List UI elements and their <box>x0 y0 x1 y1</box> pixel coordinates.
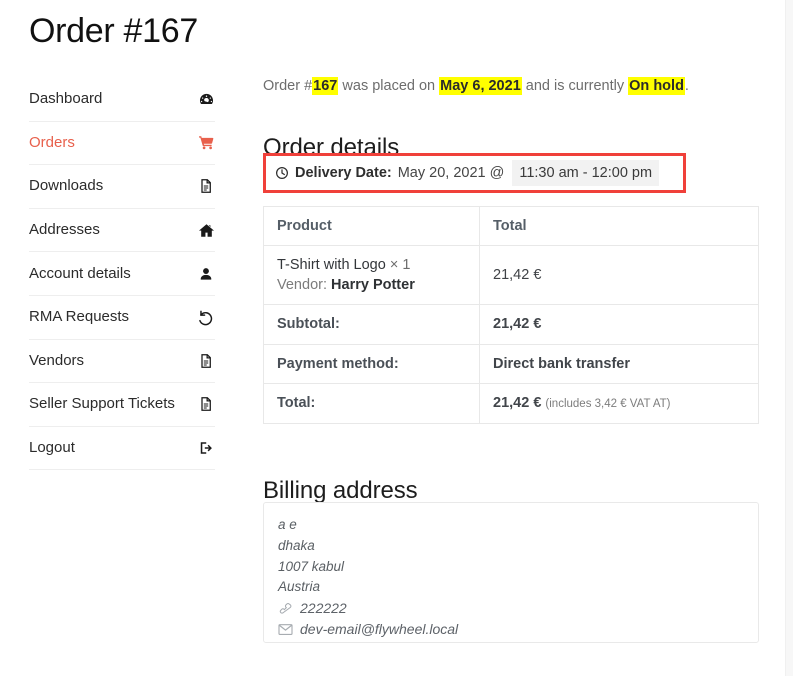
address-phone-row: 222222 <box>278 598 744 619</box>
clock-icon <box>275 166 289 180</box>
line-item-total: 21,42 € <box>479 245 759 305</box>
sidebar-item-label: Logout <box>29 439 75 457</box>
notice-order-number: 167 <box>312 77 339 95</box>
sidebar-item-dashboard[interactable]: Dashboard <box>29 78 215 122</box>
sidebar-item-label: Orders <box>29 133 75 151</box>
sidebar-item-label: Seller Support Tickets <box>29 395 175 413</box>
address-line-street: dhaka <box>278 537 315 553</box>
order-status-notice: Order #167 was placed on May 6, 2021 and… <box>263 77 689 96</box>
notice-prefix: Order # <box>263 78 313 94</box>
product-quantity: × 1 <box>389 257 411 273</box>
notice-suffix: . <box>684 78 689 94</box>
column-header-total: Total <box>479 206 759 246</box>
sidebar-item-vendors[interactable]: Vendors <box>29 340 215 384</box>
notice-status: On hold <box>628 77 685 95</box>
envelope-icon <box>278 622 293 637</box>
document-icon <box>197 352 215 370</box>
order-details-table: Product Total T-Shirt with Logo × 1 Vend… <box>263 206 759 424</box>
document-icon <box>197 395 215 413</box>
sidebar-item-label: Downloads <box>29 177 104 195</box>
delivery-date-callout: Delivery Date: May 20, 2021 @ 11:30 am -… <box>263 153 686 193</box>
account-sidebar-nav: Dashboard Orders Downloads Addresses Acc… <box>29 78 215 471</box>
phone-number[interactable]: 222222 <box>300 598 347 619</box>
email-address[interactable]: dev-email@flywheel.local <box>300 619 458 640</box>
order-page: Order #167 Dashboard Orders Downloads Ad… <box>0 0 793 676</box>
sidebar-item-seller-support-tickets[interactable]: Seller Support Tickets <box>29 383 215 427</box>
column-header-product: Product <box>263 206 480 246</box>
sidebar-item-label: Dashboard <box>29 90 103 108</box>
total-label: Total: <box>263 383 480 424</box>
subtotal-label: Subtotal: <box>263 304 480 345</box>
sidebar-item-account-details[interactable]: Account details <box>29 252 215 296</box>
table-header-row: Product Total <box>263 206 759 246</box>
line-item-product-cell: T-Shirt with Logo × 1 Vendor: Harry Pott… <box>263 245 480 305</box>
line-item-vendor-row: Vendor: Harry Potter <box>277 275 466 295</box>
sidebar-item-orders[interactable]: Orders <box>29 122 215 166</box>
gauge-icon <box>197 90 215 108</box>
product-name[interactable]: T-Shirt with Logo <box>277 257 386 273</box>
page-scrollbar[interactable] <box>785 0 793 676</box>
address-line-name: a e <box>278 517 297 532</box>
delivery-date-value: May 20, 2021 @ <box>397 165 505 181</box>
subtotal-value: 21,42 € <box>479 304 759 345</box>
vendor-label: Vendor: <box>277 277 327 293</box>
sidebar-item-logout[interactable]: Logout <box>29 427 215 471</box>
page-title: Order #167 <box>29 12 198 50</box>
sidebar-item-downloads[interactable]: Downloads <box>29 165 215 209</box>
total-vat-note: (includes 3,42 € VAT AT) <box>545 398 671 411</box>
table-row-payment-method: Payment method: Direct bank transfer <box>263 343 759 384</box>
address-line-country: Austria <box>278 579 321 595</box>
vendor-name[interactable]: Harry Potter <box>331 277 415 293</box>
table-row-total: Total: 21,42 € (includes 3,42 € VAT AT) <box>263 383 759 424</box>
notice-and-is: and is currently <box>521 78 629 94</box>
payment-method-label: Payment method: <box>263 343 480 384</box>
delivery-date-row: Delivery Date: May 20, 2021 @ 11:30 am -… <box>275 160 660 186</box>
sidebar-item-label: Addresses <box>29 221 100 239</box>
table-row-subtotal: Subtotal: 21,42 € <box>263 304 759 345</box>
line-item-name-row: T-Shirt with Logo × 1 <box>277 255 466 275</box>
phone-icon <box>278 601 293 616</box>
billing-address-card: a e dhaka 1007 kabul Austria 222222 dev-… <box>263 502 759 643</box>
sidebar-item-label: Vendors <box>29 351 85 369</box>
billing-address-heading: Billing address <box>263 476 418 504</box>
delivery-time-slot: 11:30 am - 12:00 pm <box>512 160 660 186</box>
shopping-cart-icon <box>197 134 215 152</box>
undo-arrow-icon <box>197 308 215 326</box>
user-icon <box>197 265 215 283</box>
notice-mid: was placed on <box>338 78 440 94</box>
document-icon <box>197 177 215 195</box>
sidebar-item-addresses[interactable]: Addresses <box>29 209 215 253</box>
notice-order-date: May 6, 2021 <box>439 77 522 95</box>
address-line-city: 1007 kabul <box>278 558 345 574</box>
total-amount: 21,42 € <box>493 395 542 412</box>
table-row-line-item: T-Shirt with Logo × 1 Vendor: Harry Pott… <box>263 245 759 305</box>
sidebar-item-label: Account details <box>29 264 131 282</box>
address-email-row: dev-email@flywheel.local <box>278 619 744 640</box>
total-value-cell: 21,42 € (includes 3,42 € VAT AT) <box>479 383 759 424</box>
delivery-date-label: Delivery Date: <box>295 165 392 181</box>
sidebar-item-rma-requests[interactable]: RMA Requests <box>29 296 215 340</box>
sign-out-icon <box>197 439 215 457</box>
sidebar-item-label: RMA Requests <box>29 308 130 326</box>
payment-method-value: Direct bank transfer <box>479 343 759 384</box>
home-icon <box>197 221 215 239</box>
